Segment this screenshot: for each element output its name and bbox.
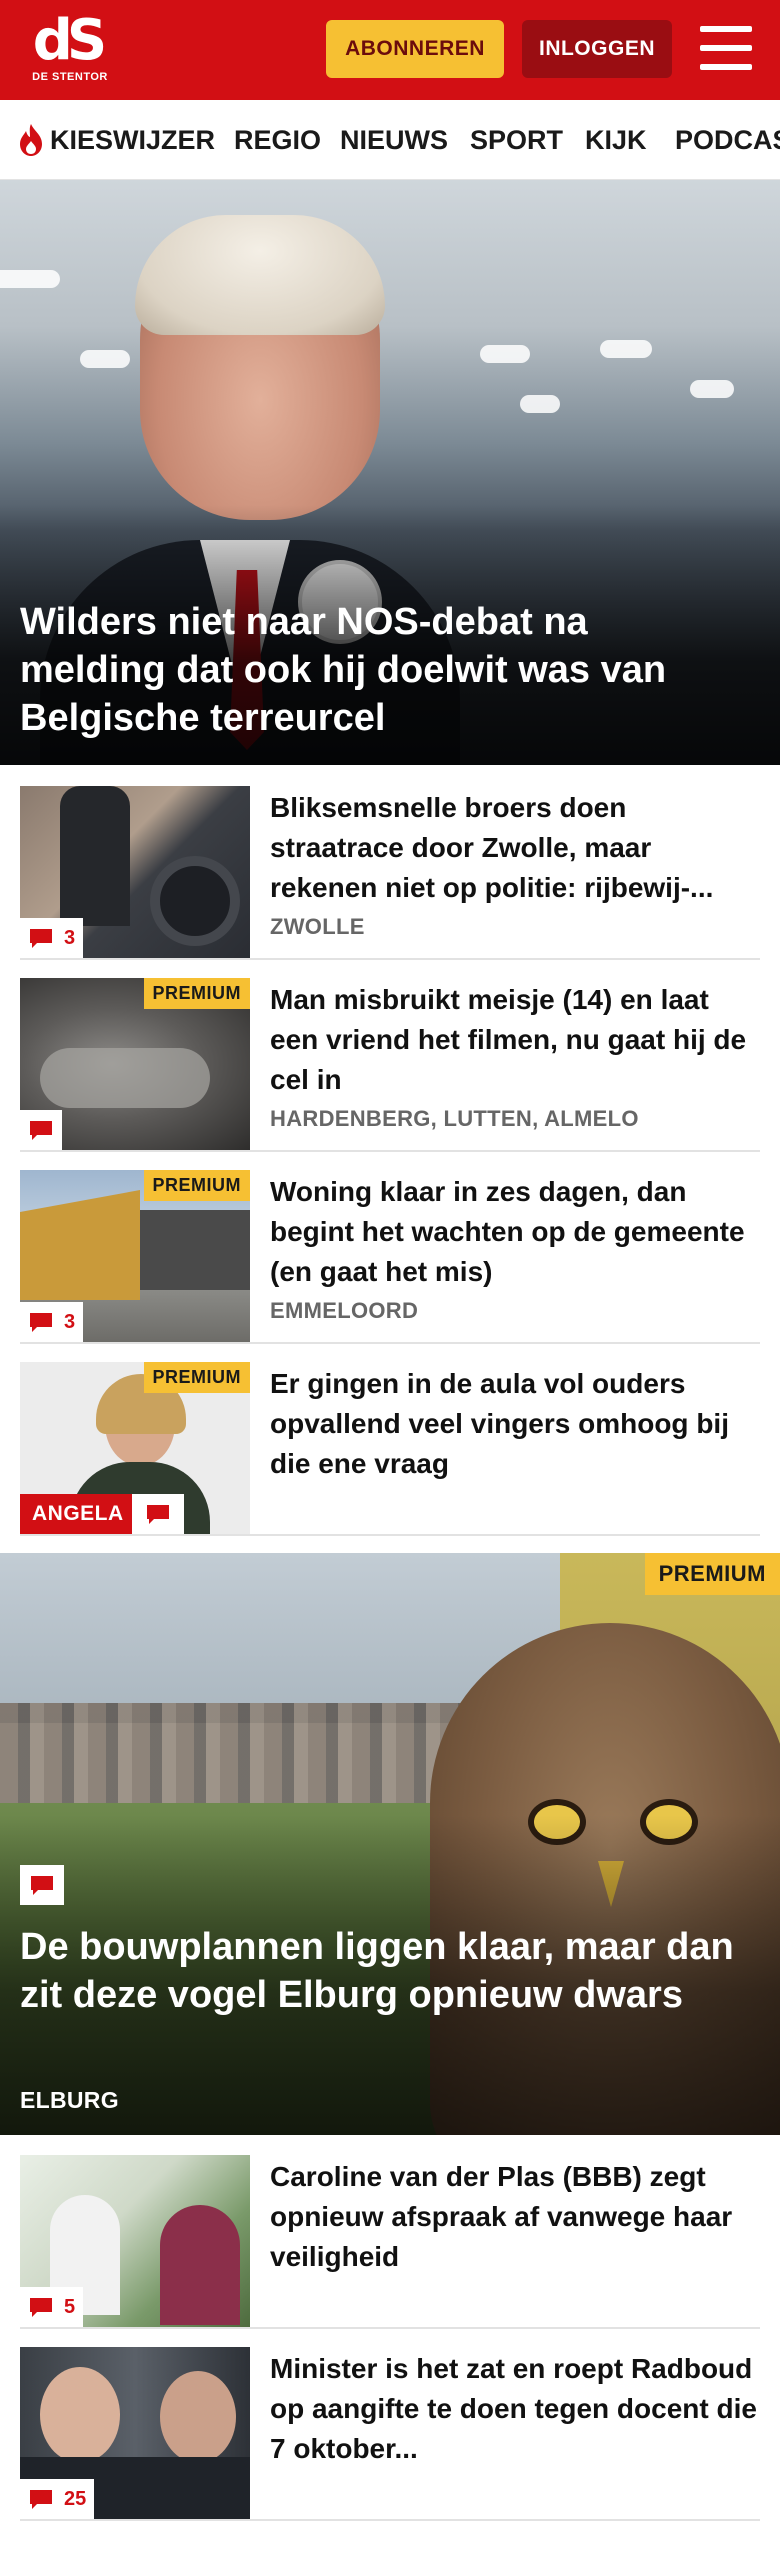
comment-count-value: 3 (64, 926, 76, 949)
subscribe-button[interactable]: ABONNEREN (326, 20, 504, 78)
feature-article[interactable]: PREMIUM De bouwplannen liggen klaar, maa… (0, 1553, 780, 2135)
comment-count[interactable]: 25 (20, 2479, 95, 2519)
premium-badge: PREMIUM (644, 1553, 780, 1595)
comment-icon (30, 1313, 52, 1332)
article-title: Minister is het zat en roept Radboud op … (270, 2353, 757, 2464)
comment-count[interactable] (132, 1494, 184, 1534)
article-item[interactable]: 25 Minister is het zat en roept Radboud … (20, 2347, 760, 2521)
nav-item-kijk[interactable]: KIJK (585, 100, 647, 179)
article-title: Caroline van der Plas (BBB) zegt opnieuw… (270, 2161, 733, 2272)
nav-item-podcast[interactable]: PODCAST (675, 100, 780, 179)
article-thumbnail: PREMIUM ANGELA (20, 1362, 250, 1534)
article-location: ZWOLLE (270, 914, 365, 939)
main-nav: KIESWIJZER REGIO NIEUWS SPORT KIJK PODCA… (0, 100, 780, 180)
comment-count[interactable]: 5 (20, 2287, 84, 2327)
feature-title: De bouwplannen liggen klaar, maar dan zi… (20, 1926, 734, 2016)
article-item[interactable]: 3 Bliksemsnelle broers doen straatrace d… (20, 786, 760, 960)
premium-badge: PREMIUM (143, 1170, 250, 1201)
comment-count[interactable]: 3 (20, 918, 84, 958)
nav-label: KIESWIJZER (50, 124, 216, 155)
article-thumbnail: 3 (20, 786, 250, 958)
article-item[interactable]: 5 Caroline van der Plas (BBB) zegt opnie… (20, 2155, 760, 2329)
comment-icon (30, 1121, 52, 1140)
comment-icon (147, 1505, 169, 1524)
comment-count-value: 25 (64, 2487, 87, 2510)
site-logo[interactable]: dS DE STENTOR (30, 13, 110, 91)
flame-icon (20, 124, 42, 156)
site-header: dS DE STENTOR ABONNEREN INLOGGEN (0, 0, 780, 100)
hamburger-menu-icon[interactable] (700, 26, 752, 70)
hero-article[interactable]: Wilders niet naar NOS-debat na melding d… (0, 180, 780, 765)
comment-icon (30, 2298, 52, 2317)
comment-count-value: 3 (64, 1310, 76, 1333)
article-location: HARDENBERG, LUTTEN, ALMELO (270, 1106, 639, 1131)
article-title: Er gingen in de aula vol ouders opvallen… (270, 1368, 729, 1479)
nav-item-sport[interactable]: SPORT (470, 100, 563, 179)
feature-location: ELBURG (20, 2087, 119, 2113)
logo-subtitle: DE STENTOR (32, 71, 108, 83)
nav-item-nieuws[interactable]: NIEUWS (340, 100, 448, 179)
article-title: Man misbruikt meisje (14) en laat een vr… (270, 984, 747, 1095)
article-title: Woning klaar in zes dagen, dan begint he… (270, 1176, 745, 1287)
article-thumbnail: PREMIUM 3 (20, 1170, 250, 1342)
nav-item-regio[interactable]: REGIO (234, 100, 321, 179)
logo-mark: dS (32, 8, 107, 73)
article-item[interactable]: PREMIUM Man misbruikt meisje (14) en laa… (20, 978, 760, 1152)
article-location: EMMELOORD (270, 1298, 419, 1323)
premium-badge: PREMIUM (143, 978, 250, 1009)
comment-count[interactable]: 3 (20, 1302, 84, 1342)
premium-badge: PREMIUM (143, 1362, 250, 1393)
article-item[interactable]: PREMIUM ANGELA Er gingen in de aula vol … (20, 1362, 760, 1536)
comment-count[interactable] (20, 1865, 64, 1905)
nav-item-kieswijzer[interactable]: KIESWIJZER (16, 100, 216, 179)
login-button[interactable]: INLOGGEN (522, 20, 672, 78)
comment-count-value: 5 (64, 2295, 76, 2318)
comment-icon (30, 2490, 52, 2509)
author-badge: ANGELA (20, 1494, 136, 1534)
article-thumbnail: 5 (20, 2155, 250, 2327)
hero-title: Wilders niet naar NOS-debat na melding d… (20, 601, 667, 739)
comment-count[interactable] (20, 1110, 62, 1150)
article-title: Bliksemsnelle broers doen straatrace doo… (270, 792, 714, 903)
article-item[interactable]: PREMIUM 3 Woning klaar in zes dagen, dan… (20, 1170, 760, 1344)
comment-icon (30, 929, 52, 948)
article-thumbnail: 25 (20, 2347, 250, 2519)
article-thumbnail: PREMIUM (20, 978, 250, 1150)
comment-icon (31, 1876, 53, 1895)
